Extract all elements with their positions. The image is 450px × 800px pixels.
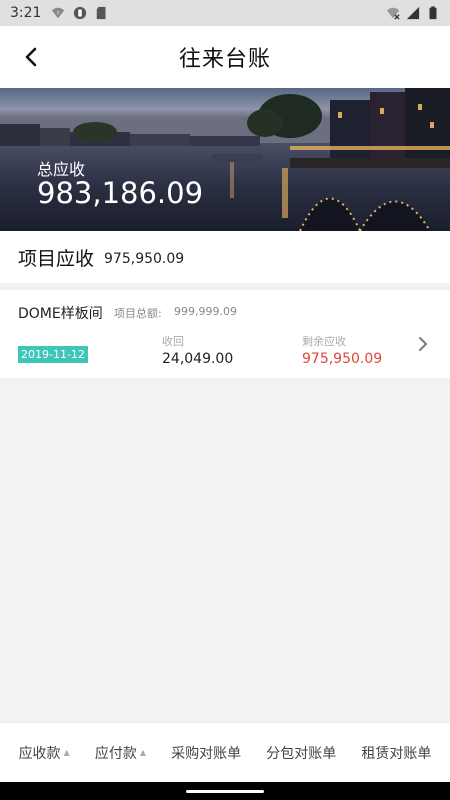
back-button[interactable] — [18, 43, 46, 71]
status-right-icons — [386, 6, 440, 20]
nav-purchase-statement-label: 采购对账单 — [171, 745, 242, 762]
app-bar: 往来台账 — [0, 26, 450, 88]
status-left-icons: ? — [51, 6, 109, 20]
nav-payable-label: 应付款 — [94, 745, 137, 762]
sd-card-icon — [97, 6, 106, 20]
project-receivable-value: 975,950.09 — [104, 251, 185, 267]
bottom-nav: 应收款 ▲ 应付款 ▲ 采购对账单 分包对账单 租赁对账单 — [0, 722, 450, 782]
sort-up-icon: ▲ — [139, 748, 146, 757]
project-card[interactable]: DOME样板间 项目总额: 999,999.09 2019-11-12 收回 2… — [0, 290, 450, 378]
nav-receivable-label: 应收款 — [18, 745, 61, 762]
project-receivable-label: 项目应收 — [18, 247, 95, 270]
home-indicator[interactable] — [186, 790, 264, 793]
battery-icon — [429, 6, 437, 20]
page-title: 往来台账 — [178, 47, 271, 72]
remaining-label: 剩余应收 — [302, 335, 346, 348]
total-receivable-value: 983,186.09 — [37, 176, 204, 210]
project-receivable-summary: 项目应收 975,950.09 — [0, 231, 450, 283]
remaining-value: 975,950.09 — [302, 351, 383, 367]
received-label: 收回 — [162, 335, 184, 348]
received-value: 24,049.00 — [162, 351, 234, 367]
nav-purchase-statement[interactable]: 采购对账单 — [171, 743, 241, 763]
svg-text:?: ? — [57, 11, 60, 17]
nav-lease-statement-label: 租赁对账单 — [361, 745, 432, 762]
back-arrow-icon — [25, 47, 37, 67]
project-name: DOME样板间 — [18, 306, 103, 322]
nav-payable[interactable]: 应付款 ▲ — [95, 743, 146, 763]
nav-subcontract-statement-label: 分包对账单 — [266, 745, 337, 762]
project-total-value: 999,999.09 — [174, 305, 237, 318]
status-bar: 3:21 ? — [0, 0, 450, 26]
status-time: 3:21 — [10, 5, 42, 21]
app-notification-icon — [74, 6, 87, 20]
nav-lease-statement[interactable]: 租赁对账单 — [361, 743, 431, 763]
chevron-right-icon[interactable] — [414, 335, 432, 353]
signal-icon — [406, 6, 420, 20]
banner-total-receivable: 总应收 983,186.09 — [0, 88, 450, 231]
nav-subcontract-statement[interactable]: 分包对账单 — [266, 743, 336, 763]
gesture-bar — [0, 782, 450, 800]
project-total-label: 项目总额: — [114, 307, 162, 320]
nav-receivable[interactable]: 应收款 ▲ — [19, 743, 70, 763]
wifi-question-icon: ? — [52, 7, 65, 19]
wifi-off-icon — [386, 7, 400, 20]
date-badge: 2019-11-12 — [18, 346, 88, 363]
sort-up-icon: ▲ — [63, 748, 70, 757]
